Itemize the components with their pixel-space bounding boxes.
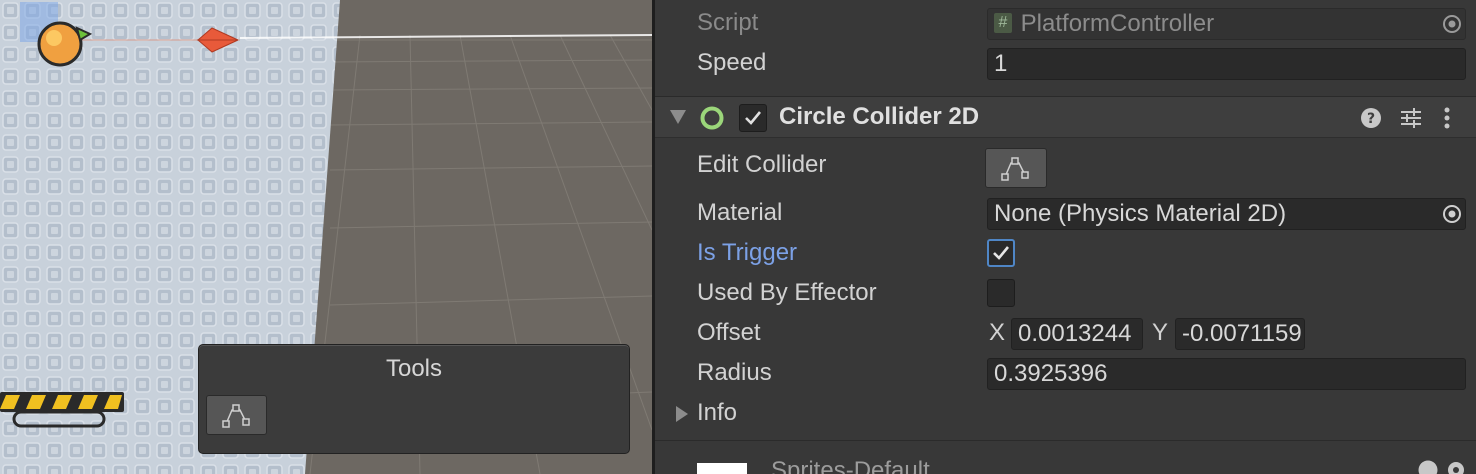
next-component-label: Sprites-Default [771, 457, 930, 474]
material-label: Material [697, 199, 783, 226]
script-label: Script [697, 9, 759, 36]
script-field[interactable]: # PlatformController [987, 8, 1466, 40]
svg-text:?: ? [1367, 111, 1375, 127]
more-icon[interactable] [1441, 106, 1453, 130]
material-value: None (Physics Material 2D) [994, 200, 1287, 227]
offset-label: Offset [697, 319, 761, 346]
component-title: Circle Collider 2D [779, 103, 980, 130]
radius-field[interactable]: 0.3925396 [987, 358, 1466, 390]
tools-overlay-panel: Tools [198, 344, 630, 454]
foldout-arrow-icon[interactable] [669, 109, 687, 125]
checkmark-icon [745, 111, 762, 125]
circle-collider-header[interactable]: Circle Collider 2D ? [655, 96, 1476, 138]
tools-title: Tools [385, 355, 443, 382]
foldout-arrow-icon[interactable] [675, 405, 689, 423]
script-value: PlatformController [1020, 10, 1215, 37]
scene-view[interactable]: Tools [0, 0, 652, 474]
is-trigger-checkbox[interactable] [987, 239, 1015, 267]
help-icon[interactable]: ? [1359, 106, 1383, 130]
speed-row: Speed 1 [655, 43, 1476, 83]
material-row: Material None (Physics Material 2D) [655, 193, 1476, 233]
edit-collider-row: Edit Collider [655, 145, 1476, 188]
radius-label[interactable]: Radius [697, 353, 772, 393]
inspector-panel: Script # PlatformController Speed 1 Circ… [652, 0, 1476, 474]
gear-icon[interactable] [1445, 459, 1467, 474]
info-row[interactable]: Info [655, 393, 1476, 433]
used-by-effector-row: Used By Effector [655, 273, 1476, 313]
used-by-effector-checkbox[interactable] [987, 279, 1015, 307]
edit-collider-tool-button[interactable] [206, 395, 267, 435]
speed-field[interactable]: 1 [987, 48, 1466, 80]
help-icon[interactable] [1417, 459, 1439, 474]
checkmark-icon [993, 246, 1010, 260]
offset-x-label[interactable]: X [989, 313, 1005, 353]
material-field[interactable]: None (Physics Material 2D) [987, 198, 1466, 230]
offset-row: Offset X 0.0013244 Y -0.0071159 [655, 313, 1476, 353]
radius-row: Radius 0.3925396 [655, 353, 1476, 393]
edit-collider-icon [1001, 157, 1029, 181]
object-picker-icon[interactable] [1441, 203, 1463, 225]
info-label[interactable]: Info [697, 393, 737, 433]
edit-collider-button[interactable] [985, 148, 1047, 188]
is-trigger-label: Is Trigger [697, 239, 798, 266]
material-preview-row: Sprites-Default [655, 440, 1476, 474]
is-trigger-row: Is Trigger [655, 233, 1476, 273]
sprite-preview-swatch [697, 463, 747, 474]
edit-collider-icon [221, 404, 250, 428]
offset-y-label[interactable]: Y [1152, 313, 1168, 353]
edit-collider-label: Edit Collider [697, 151, 827, 178]
speed-label[interactable]: Speed [697, 43, 766, 83]
offset-x-field[interactable]: 0.0013244 [1011, 318, 1143, 350]
presets-icon[interactable] [1399, 106, 1423, 130]
used-by-effector-label: Used By Effector [697, 279, 877, 306]
object-picker-icon[interactable] [1441, 13, 1463, 35]
component-enabled-checkbox[interactable] [739, 104, 767, 132]
script-row: Script # PlatformController [655, 3, 1476, 43]
circle-collider-icon [700, 106, 724, 130]
script-hash-icon: # [994, 12, 1012, 33]
offset-y-field[interactable]: -0.0071159 [1175, 318, 1305, 350]
